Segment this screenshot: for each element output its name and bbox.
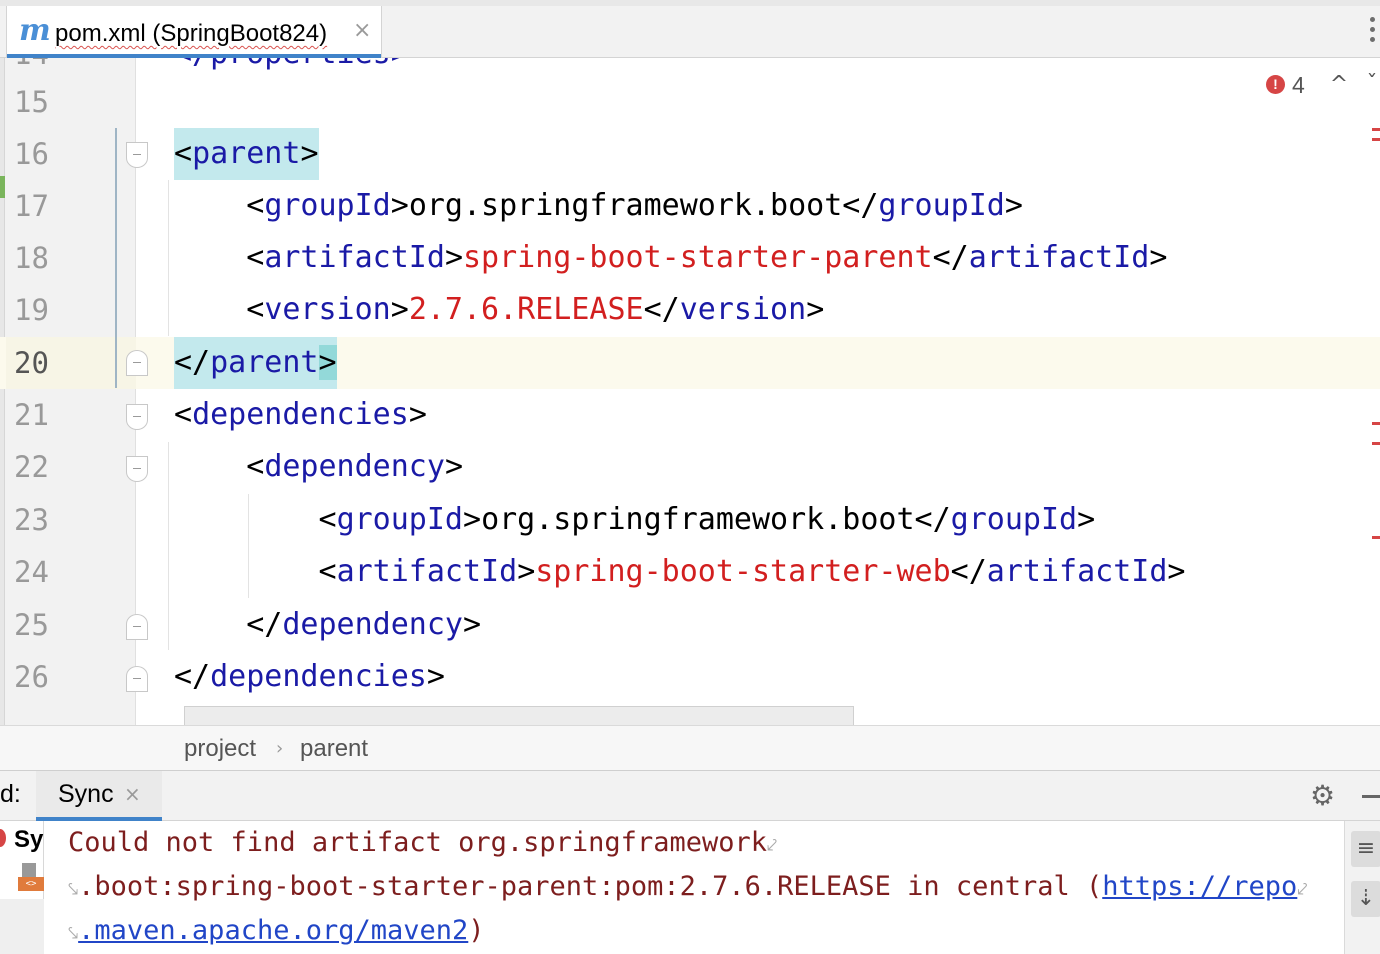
line-number: 23 <box>14 503 49 537</box>
code-line-26[interactable]: 26 </dependencies> <box>0 651 1380 703</box>
repo-link[interactable]: https://repo <box>1102 871 1297 902</box>
code-content: <dependency> <box>246 449 463 484</box>
code-content: <dependencies> <box>174 397 427 432</box>
build-tool-window-header: d: Sync × ⚙ <box>0 771 1380 821</box>
chevron-up-icon[interactable]: ^ <box>1326 70 1352 100</box>
code-content: <artifactId>spring-boot-starter-web</art… <box>318 554 1186 589</box>
build-output-panel: Sy <> Could not find artifact org.spring… <box>0 821 1380 954</box>
editor-tab-bar: m pom.xml (SpringBoot824) × <box>0 0 1380 58</box>
line-number: 25 <box>14 608 49 642</box>
code-line-25[interactable]: 25 </dependency> <box>0 599 1380 651</box>
error-stripe-mark[interactable] <box>1372 536 1380 539</box>
line-number: 17 <box>14 189 49 223</box>
xml-file-icon[interactable]: <> <box>18 863 44 893</box>
code-line-15[interactable]: 15 <box>0 76 1380 128</box>
line-number: 27 <box>14 712 49 725</box>
error-stripe-mark[interactable] <box>1372 422 1380 425</box>
code-content: <parent> <box>174 128 319 180</box>
line-number: 22 <box>14 450 49 484</box>
gear-icon[interactable]: ⚙ <box>1310 781 1335 811</box>
chevron-down-icon[interactable]: ˇ <box>1362 70 1380 100</box>
code-line-24[interactable]: 24 <artifactId>spring-boot-starter-web</… <box>0 546 1380 598</box>
line-number: 15 <box>14 85 49 119</box>
console-line-3: ⤥.maven.apache.org/maven2) <box>68 915 485 946</box>
error-count: 4 <box>1292 72 1305 98</box>
line-number: 21 <box>14 398 49 432</box>
code-line-20[interactable]: 20 </parent> <box>0 337 1380 389</box>
code-line-16[interactable]: 16 <parent> <box>0 128 1380 180</box>
scroll-to-end-icon[interactable]: ⇣ <box>1351 881 1380 917</box>
minimize-icon[interactable] <box>1362 795 1380 798</box>
close-icon[interactable]: × <box>124 780 141 808</box>
code-line-21[interactable]: 21 <dependencies> <box>0 389 1380 441</box>
error-icon: ! <box>1266 75 1285 94</box>
tab-sync[interactable]: Sync × <box>36 771 162 821</box>
breadcrumb-item-project[interactable]: project <box>184 734 256 764</box>
code-content: <version>2.7.6.RELEASE</version> <box>246 292 825 327</box>
error-stripe-mark[interactable] <box>1372 128 1380 131</box>
breadcrumb: project › parent <box>0 725 1380 771</box>
soft-wrap-end-icon: ⤦ <box>766 835 778 856</box>
sync-tab-label: Sync <box>58 780 114 808</box>
close-tab-icon[interactable]: × <box>353 18 371 44</box>
line-number: 16 <box>14 137 49 171</box>
code-content: </dependency> <box>246 607 482 642</box>
console-line-2: ⤥.boot:spring-boot-starter-parent:pom:2.… <box>68 871 1308 902</box>
code-content: <artifactId>spring-boot-starter-parent</… <box>246 240 1168 275</box>
maven-file-icon: m <box>19 13 51 48</box>
code-content: </parent> <box>174 337 337 389</box>
horizontal-scrollbar[interactable] <box>184 706 854 725</box>
code-line-17[interactable]: 17 <groupId>org.springframework.boot</gr… <box>0 180 1380 232</box>
sync-tree: Sy <> <box>0 821 44 954</box>
console-line-1: Could not find artifact org.springframew… <box>68 827 778 858</box>
code-editor[interactable]: 14 </properties> 27 15 16 <parent> 17 <g… <box>0 58 1380 725</box>
code-content: <groupId>org.springframework.boot</group… <box>246 188 1023 223</box>
error-stripe-mark[interactable] <box>1372 138 1380 141</box>
code-line-22[interactable]: 22 <dependency> <box>0 441 1380 493</box>
line-number: 24 <box>14 555 49 589</box>
build-window-title: d: <box>0 780 21 808</box>
line-number: 18 <box>14 241 49 275</box>
tree-empty-area <box>0 899 44 954</box>
code-line-23[interactable]: 23 <groupId>org.springframework.boot</gr… <box>0 494 1380 546</box>
line-number: 26 <box>14 660 49 694</box>
line-number: 19 <box>14 293 49 327</box>
soft-wrap-start-icon: ⤥ <box>68 923 79 944</box>
code-content: <groupId>org.springframework.boot</group… <box>318 502 1096 537</box>
chevron-right-icon: › <box>276 738 284 759</box>
line-number: 20 <box>14 346 49 380</box>
error-status-icon <box>0 829 6 847</box>
more-tabs-icon[interactable] <box>1366 14 1380 48</box>
code-line-18[interactable]: 18 <artifactId>spring-boot-starter-paren… <box>0 232 1380 284</box>
tab-pom-xml[interactable]: m pom.xml (SpringBoot824) × <box>6 6 382 58</box>
console-toolbar: ≡ ⇣ <box>1344 821 1380 954</box>
error-stripe-mark[interactable] <box>1372 442 1380 445</box>
soft-wrap-end-icon: ⤦ <box>1297 879 1308 900</box>
code-content: </dependencies> <box>174 659 445 694</box>
code-line-19[interactable]: 19 <version>2.7.6.RELEASE</version> <box>0 284 1380 336</box>
soft-wrap-start-icon: ⤥ <box>68 879 79 900</box>
inspection-widget[interactable]: ! 4 ^ ˇ <box>1262 70 1380 100</box>
breadcrumb-item-parent[interactable]: parent <box>300 734 368 764</box>
tab-title: pom.xml (SpringBoot824) <box>55 20 328 47</box>
soft-wrap-icon[interactable]: ≡ <box>1351 831 1380 867</box>
tree-item-sync[interactable]: Sy <box>14 825 43 855</box>
repo-link-continued[interactable]: .maven.apache.org/maven2 <box>78 915 468 946</box>
